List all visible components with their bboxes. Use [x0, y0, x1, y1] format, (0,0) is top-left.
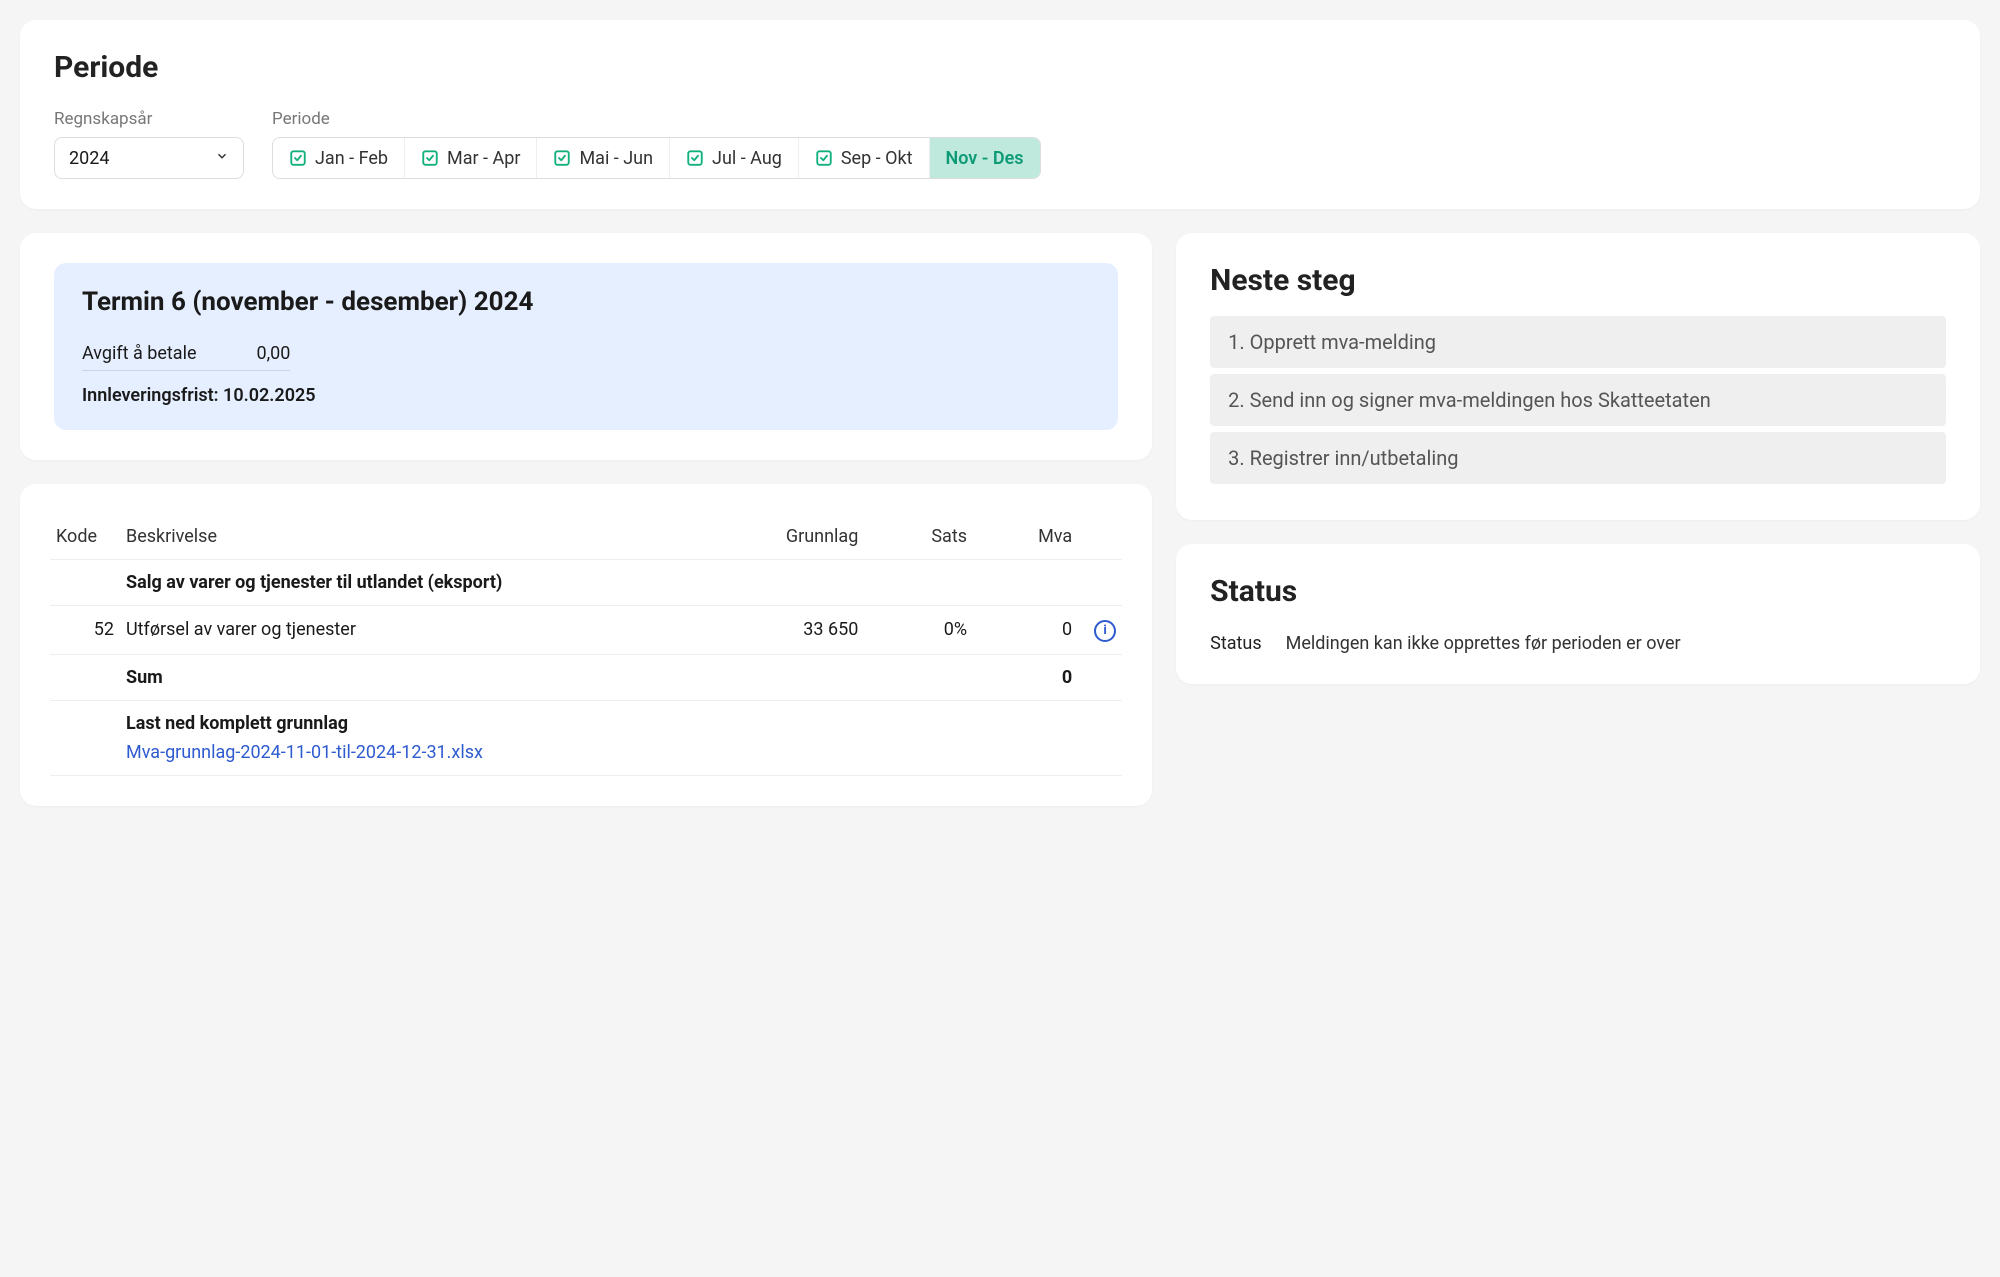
year-field: Regnskapsår 2024 [54, 109, 244, 179]
download-link[interactable]: Mva-grunnlag-2024-11-01-til-2024-12-31.x… [126, 742, 483, 763]
check-icon [686, 149, 704, 167]
step-item[interactable]: 1. Opprett mva-melding [1210, 316, 1946, 368]
th-besk: Beskrivelse [120, 514, 672, 560]
th-sats: Sats [864, 514, 973, 560]
period-segment[interactable]: Sep - Okt [799, 138, 930, 178]
segment-label: Jan - Feb [315, 148, 388, 169]
sum-label: Sum [120, 654, 672, 700]
cell-sats: 0% [864, 606, 973, 655]
summary-title: Termin 6 (november - desember) 2024 [82, 287, 1090, 317]
period-label: Periode [272, 109, 1041, 129]
segment-label: Jul - Aug [712, 148, 782, 169]
th-mva: Mva [973, 514, 1078, 560]
pay-value: 0,00 [257, 343, 291, 364]
period-segment[interactable]: Jul - Aug [670, 138, 799, 178]
chevron-down-icon [215, 149, 229, 167]
period-segment[interactable]: Jan - Feb [273, 138, 405, 178]
steps-title: Neste steg [1210, 263, 1946, 298]
deadline: Innleveringsfrist: 10.02.2025 [82, 385, 1090, 406]
segment-label: Sep - Okt [841, 148, 913, 169]
year-value: 2024 [69, 148, 109, 169]
steps-card: Neste steg 1. Opprett mva-melding 2. Send… [1176, 233, 1980, 520]
cell-besk: Utførsel av varer og tjenester [120, 606, 672, 655]
cell-grunnlag: 33 650 [672, 606, 865, 655]
period-segment[interactable]: Nov - Des [930, 138, 1040, 178]
check-icon [553, 149, 571, 167]
period-field: Periode Jan - Feb Mar - Apr Mai - Jun Jul -… [272, 109, 1041, 179]
cell-kode: 52 [50, 606, 120, 655]
section-label: Salg av varer og tjenester til utlandet … [120, 560, 1122, 606]
year-label: Regnskapsår [54, 109, 244, 129]
th-kode: Kode [50, 514, 120, 560]
period-segment[interactable]: Mai - Jun [537, 138, 670, 178]
th-grunnlag: Grunnlag [672, 514, 865, 560]
check-icon [289, 149, 307, 167]
periode-card: Periode Regnskapsår 2024 Periode Jan - F… [20, 20, 1980, 209]
pay-label: Avgift å betale [82, 343, 197, 364]
cell-mva: 0 [973, 606, 1078, 655]
segment-label: Nov - Des [946, 148, 1024, 169]
summary-panel: Termin 6 (november - desember) 2024 Avgi… [54, 263, 1118, 430]
segment-label: Mar - Apr [447, 148, 520, 169]
year-select[interactable]: 2024 [54, 137, 244, 179]
step-item[interactable]: 3. Registrer inn/utbetaling [1210, 432, 1946, 484]
status-text: Meldingen kan ikke opprettes før periode… [1286, 633, 1681, 654]
status-title: Status [1210, 574, 1946, 609]
table-card: Kode Beskrivelse Grunnlag Sats Mva Salg … [20, 484, 1152, 806]
sum-mva: 0 [973, 654, 1078, 700]
summary-card: Termin 6 (november - desember) 2024 Avgi… [20, 233, 1152, 460]
vat-table: Kode Beskrivelse Grunnlag Sats Mva Salg … [50, 514, 1122, 776]
segment-label: Mai - Jun [579, 148, 653, 169]
status-card: Status Status Meldingen kan ikke opprett… [1176, 544, 1980, 684]
check-icon [815, 149, 833, 167]
table-row: 52Utførsel av varer og tjenester33 6500%… [50, 606, 1122, 655]
download-label: Last ned komplett grunnlag [126, 713, 1116, 734]
period-segment[interactable]: Mar - Apr [405, 138, 537, 178]
check-icon [421, 149, 439, 167]
status-label: Status [1210, 633, 1261, 654]
periode-title: Periode [54, 50, 1946, 85]
period-segments: Jan - Feb Mar - Apr Mai - Jun Jul - Aug Sep … [272, 137, 1041, 179]
step-item[interactable]: 2. Send inn og signer mva-meldingen hos … [1210, 374, 1946, 426]
info-icon[interactable]: i [1094, 620, 1116, 642]
